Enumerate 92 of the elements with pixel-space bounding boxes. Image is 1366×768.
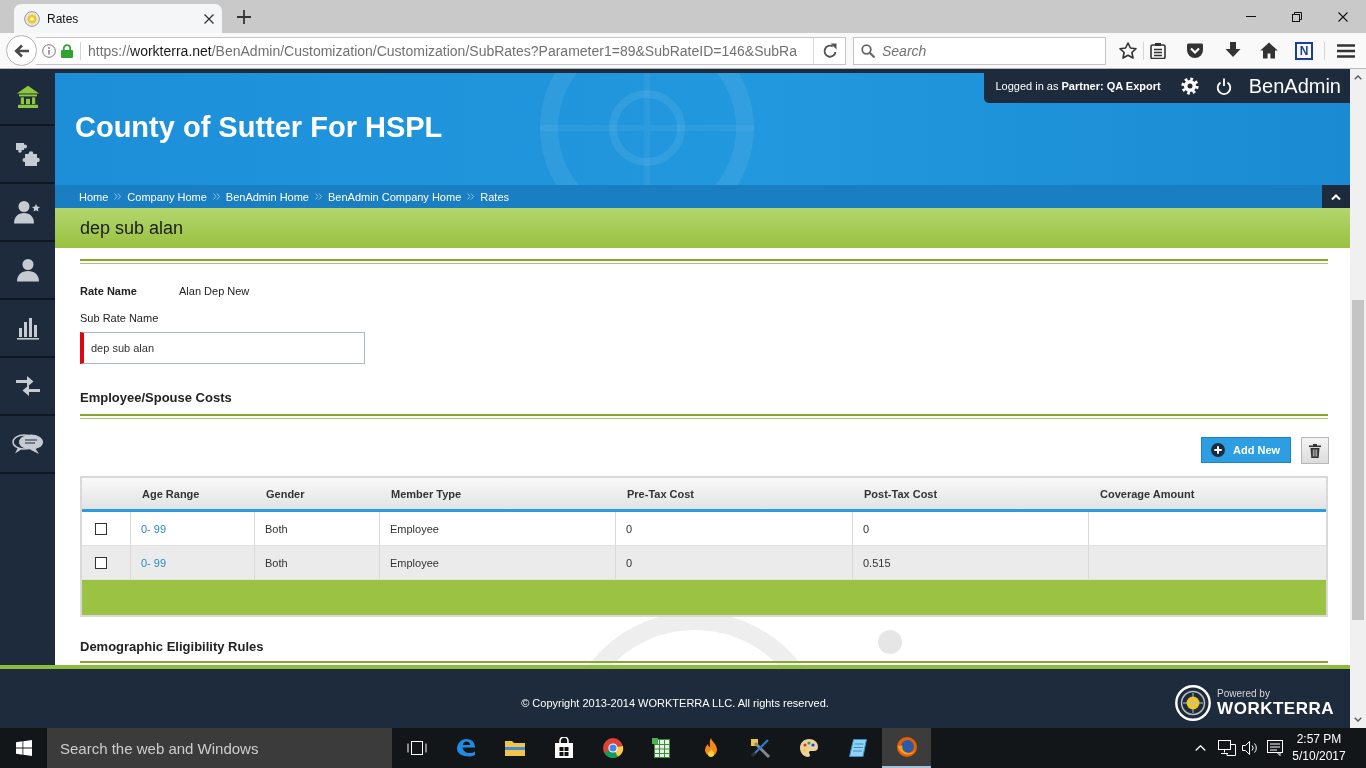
- lock-icon: [61, 43, 73, 58]
- section-title: Employee/Spouse Costs: [80, 390, 232, 405]
- double-chevron-icon: [467, 193, 475, 200]
- palette-icon: [797, 737, 820, 759]
- breadcrumb-link[interactable]: Home: [79, 190, 109, 203]
- taskbar-search-field[interactable]: Search the web and Windows: [47, 728, 392, 768]
- watermark-dot-drawing: [878, 630, 902, 654]
- column-header: Pre-Tax Cost: [616, 478, 853, 512]
- double-chevron-icon: [212, 193, 220, 200]
- powered-by-text: Powered by: [1217, 687, 1271, 699]
- breadcrumb-link[interactable]: BenAdmin Company Home: [328, 190, 462, 203]
- puzzle-icon[interactable]: [14, 141, 41, 167]
- time-text[interactable]: 2:57 PM: [1291, 731, 1347, 748]
- checkbox[interactable]: [95, 522, 107, 535]
- home-icon[interactable]: [15, 84, 40, 109]
- extension-button[interactable]: N: [1295, 41, 1313, 60]
- breadcrumb-link[interactable]: Rates: [480, 190, 510, 203]
- column-header: Post-Tax Cost: [853, 478, 1089, 512]
- browser-icon: [454, 737, 477, 759]
- back-button[interactable]: [6, 35, 37, 66]
- chevron-badge-icon[interactable]: [1186, 42, 1204, 59]
- reload-icon[interactable]: [821, 42, 838, 59]
- text-input-field[interactable]: dep sub alan: [80, 332, 365, 364]
- person-icon[interactable]: [15, 258, 40, 282]
- power-icon[interactable]: [1215, 77, 1232, 95]
- swap-arrows-icon[interactable]: [15, 375, 40, 397]
- column-header: Gender: [255, 478, 380, 512]
- bar-chart-icon[interactable]: [15, 316, 40, 340]
- brand-name: WORKTERRA: [1217, 698, 1334, 718]
- network-icon[interactable]: [1218, 740, 1236, 756]
- taskbar-button[interactable]: [882, 728, 931, 768]
- checkbox[interactable]: [95, 556, 107, 569]
- notepad-icon: [846, 737, 869, 759]
- column-header: Age Range: [131, 478, 255, 512]
- logged-in-text: Logged in as Partner: QA Export: [995, 80, 1161, 92]
- column-header: Member Type: [380, 478, 616, 512]
- scroll-down-icon[interactable]: [1354, 717, 1362, 722]
- info-icon: [42, 43, 56, 58]
- speech-bubbles-icon[interactable]: [11, 433, 44, 455]
- speaker-icon[interactable]: [1242, 741, 1258, 755]
- double-chevron-icon: [114, 193, 122, 200]
- copyright-text: © Copyright 2013-2014 WORKTERRA LLC. All rights reserved.: [521, 696, 829, 709]
- menu-icon[interactable]: [1337, 43, 1355, 58]
- trash-icon: [1309, 443, 1321, 458]
- delete-button[interactable]: [1301, 437, 1329, 464]
- plus-icon[interactable]: [237, 9, 251, 24]
- message-icon[interactable]: [1267, 740, 1283, 756]
- scroll-up-icon[interactable]: [1354, 75, 1362, 80]
- search-icon: [861, 43, 875, 58]
- task-view-icon[interactable]: [406, 741, 427, 755]
- clipboard-list-icon[interactable]: [1150, 42, 1166, 59]
- search-field[interactable]: Search: [853, 36, 1106, 65]
- company-title: County of Sutter For HSPL: [75, 110, 443, 144]
- app-name: BenAdmin: [1248, 74, 1341, 98]
- address-bar[interactable]: https://workterra.net/BenAdmin/Customization/Customization/SubRates?Parameter1=89&SubRateID=146&SubRa: [36, 36, 846, 65]
- url-text: https://workterra.net/BenAdmin/Customization/Customization/SubRates?Parameter1=89&SubRateID=146&SubRa: [88, 42, 797, 59]
- windows-logo-icon[interactable]: [15, 740, 32, 756]
- breadcrumb-link[interactable]: Company Home: [127, 190, 207, 203]
- page-title: dep sub alan: [80, 217, 184, 239]
- shopping-bag-icon: [552, 737, 575, 759]
- column-header: Coverage Amount: [1089, 478, 1326, 512]
- caret-up-icon[interactable]: [1195, 745, 1206, 751]
- add-new-button[interactable]: Add New: [1201, 437, 1291, 463]
- close-icon[interactable]: [1338, 11, 1348, 22]
- restore-icon[interactable]: [1292, 11, 1302, 22]
- globe-icon: [895, 736, 918, 758]
- section-title: Demographic Eligibility Rules: [80, 639, 264, 654]
- field-label: Sub Rate Name: [80, 312, 159, 324]
- caret-up-icon: [1331, 193, 1341, 200]
- bookmark-star-icon[interactable]: [1119, 42, 1137, 59]
- double-chevron-icon: [315, 193, 322, 200]
- person-star-icon[interactable]: [14, 200, 41, 224]
- field-value: Alan Dep New: [179, 284, 250, 298]
- scrollbar-thumb[interactable]: [1352, 300, 1364, 620]
- breadcrumb-link[interactable]: BenAdmin Home: [225, 190, 309, 203]
- target-logo-icon: [1175, 684, 1212, 721]
- plus-circle-icon: [1211, 443, 1225, 457]
- home-icon[interactable]: [1260, 42, 1278, 59]
- spreadsheet-icon: [650, 737, 673, 759]
- site-logo-icon: [24, 10, 40, 27]
- circle-logo-icon: [601, 737, 624, 759]
- arrow-left-icon: [13, 43, 30, 58]
- settings-icon[interactable]: [1180, 77, 1199, 95]
- browser-tab[interactable]: Rates: [14, 4, 222, 33]
- age-range-link[interactable]: 0- 99: [141, 556, 167, 569]
- tools-icon: [748, 737, 771, 759]
- close-icon[interactable]: [204, 13, 214, 24]
- age-range-link[interactable]: 0- 99: [141, 522, 167, 535]
- collapse-button[interactable]: [1322, 185, 1350, 208]
- date-text[interactable]: 5/10/2017: [1291, 748, 1347, 765]
- download-icon[interactable]: [1225, 42, 1241, 59]
- field-label: Rate Name: [80, 284, 138, 298]
